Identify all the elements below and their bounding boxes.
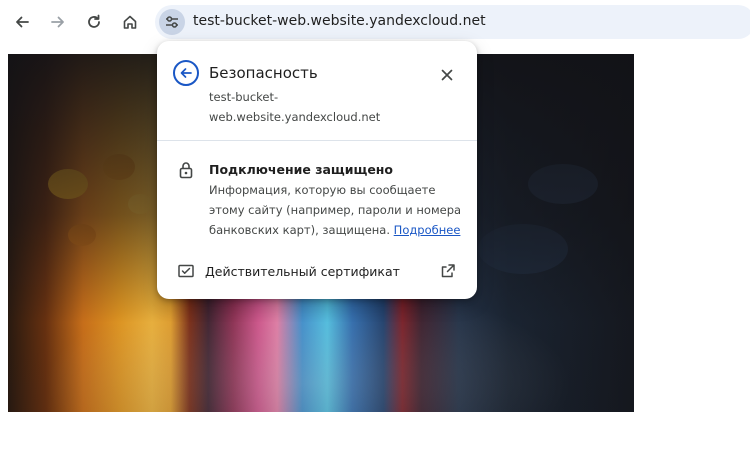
security-popup: Безопасность test-bucket- web.website.ya… [157,41,477,299]
browser-toolbar: test-bucket-web.website.yandexcloud.net [0,0,750,44]
reload-icon [88,14,100,28]
certificate-icon [178,264,194,278]
learn-more-link[interactable]: Подробнее [394,223,461,237]
arrow-left-icon [180,68,192,78]
popup-url-line2: web.website.yandexcloud.net [209,110,381,124]
popup-title: Безопасность [209,64,318,82]
connection-status-title: Подключение защищено [209,162,394,177]
popup-back-button[interactable] [173,60,199,86]
popup-divider [157,140,477,141]
forward-button[interactable] [44,8,72,36]
home-button[interactable] [116,8,144,36]
popup-close-button[interactable] [437,65,457,85]
reload-button[interactable] [80,8,108,36]
lock-icon [178,161,194,179]
back-button[interactable] [8,8,36,36]
arrow-left-icon [16,16,29,28]
popup-url-line1: test-bucket- [209,90,279,104]
tune-icon [166,16,178,28]
certificate-row[interactable]: Действительный сертификат [157,259,477,285]
site-info-button[interactable] [159,9,185,35]
arrow-right-icon [51,16,64,28]
close-icon [441,69,453,81]
address-bar[interactable]: test-bucket-web.website.yandexcloud.net [155,5,750,39]
open-in-new-icon[interactable] [440,263,456,279]
certificate-label: Действительный сертификат [205,264,400,279]
connection-description: Информация, которую вы сообщаете этому с… [209,180,464,240]
url-text[interactable]: test-bucket-web.website.yandexcloud.net [193,13,486,29]
home-icon [123,15,137,29]
popup-site-url: test-bucket- web.website.yandexcloud.net [209,87,429,127]
